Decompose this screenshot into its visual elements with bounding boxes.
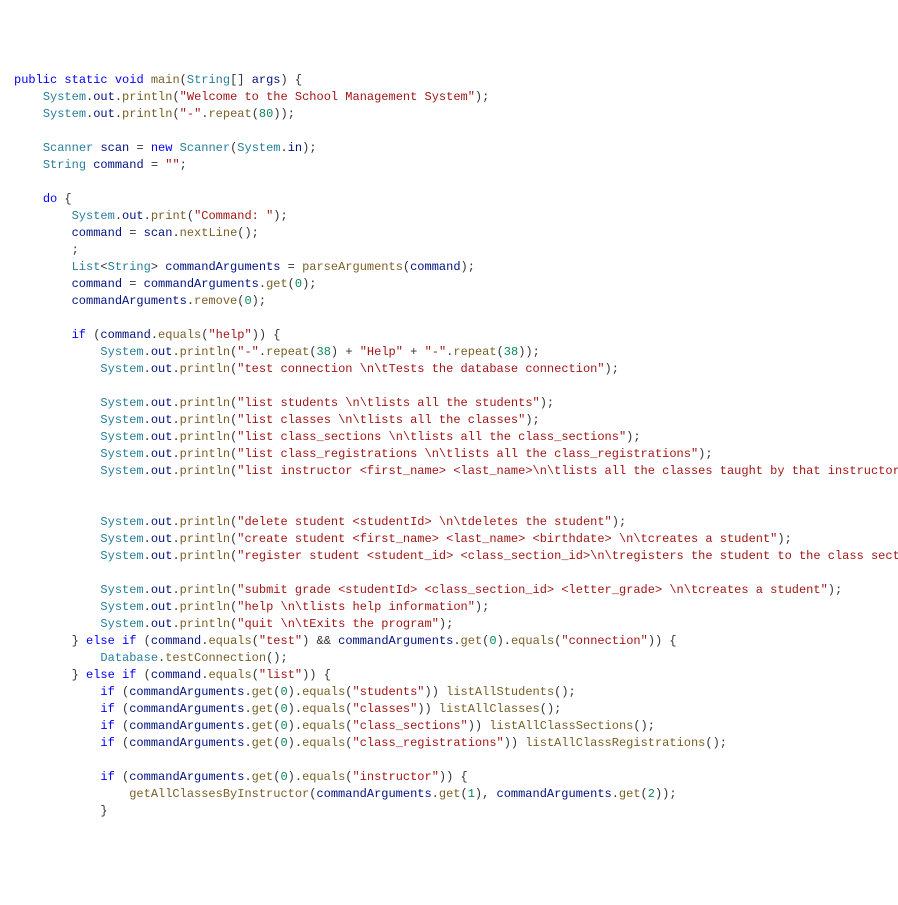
kw-else: else xyxy=(86,634,115,648)
str-welcome: "Welcome to the School Management System… xyxy=(180,90,475,104)
fn-println: println xyxy=(122,90,172,104)
str-submit-grade: "submit grade <studentId> <class_section… xyxy=(237,583,828,597)
fn-main: main xyxy=(151,73,180,87)
kw-public: public xyxy=(14,73,57,87)
fn-print: print xyxy=(151,209,187,223)
var-args: args xyxy=(252,73,281,87)
fn-listAllClassRegistrations: listAllClassRegistrations xyxy=(525,736,705,750)
str-help-help: "help \n\tlists help information" xyxy=(237,600,475,614)
type-system: System xyxy=(43,90,86,104)
code-block: public static void main(String[] args) {… xyxy=(14,72,898,820)
str-students: "students" xyxy=(353,685,425,699)
fn-remove: remove xyxy=(194,294,237,308)
var-commandArguments: commandArguments xyxy=(165,260,280,274)
str-help: "help" xyxy=(208,328,251,342)
fn-nextline: nextLine xyxy=(180,226,238,240)
str-empty: "" xyxy=(165,158,179,172)
fn-getAllClassesByInstructor: getAllClassesByInstructor xyxy=(129,787,309,801)
kw-static: static xyxy=(64,73,107,87)
fn-equals: equals xyxy=(158,328,201,342)
str-register-student: "register student <student_id> <class_se… xyxy=(237,549,898,563)
str-classes: "classes" xyxy=(353,702,418,716)
field-out: out xyxy=(93,107,115,121)
str-test: "test" xyxy=(259,634,302,648)
str-class-registrations: "class_registrations" xyxy=(353,736,504,750)
fn-get: get xyxy=(266,277,288,291)
fn-println: println xyxy=(122,107,172,121)
kw-void: void xyxy=(115,73,144,87)
str-test-conn: "test connection \n\tTests the database … xyxy=(237,362,604,376)
kw-new: new xyxy=(151,141,173,155)
kw-if: if xyxy=(72,328,86,342)
str-list: "list" xyxy=(259,668,302,682)
type-string: String xyxy=(187,73,230,87)
fn-testConnection: testConnection xyxy=(165,651,266,665)
fn-listAllStudents: listAllStudents xyxy=(446,685,554,699)
str-list-instructor: "list instructor <first_name> <last_name… xyxy=(237,464,898,478)
str-prompt: "Command: " xyxy=(194,209,273,223)
str-connection: "connection" xyxy=(561,634,647,648)
str-quit: "quit \n\tExits the program" xyxy=(237,617,439,631)
str-instructor: "instructor" xyxy=(353,770,439,784)
type-scanner: Scanner xyxy=(180,141,230,155)
fn-listAllClassSections: listAllClassSections xyxy=(489,719,633,733)
fn-listAllClasses: listAllClasses xyxy=(439,702,540,716)
str-delete-student: "delete student <studentId> \n\tdeletes … xyxy=(237,515,611,529)
kw-do: do xyxy=(43,192,57,206)
type-string: String xyxy=(43,158,86,172)
type-scanner: Scanner xyxy=(43,141,93,155)
str-create-student: "create student <first_name> <last_name>… xyxy=(237,532,777,546)
str-list-class-sections: "list class_sections \n\tlists all the c… xyxy=(237,430,626,444)
str-dash: "-" xyxy=(180,107,202,121)
str-class-sections: "class_sections" xyxy=(353,719,468,733)
str-list-class-registrations: "list class_registrations \n\tlists all … xyxy=(237,447,698,461)
str-list-students: "list students \n\tlists all the student… xyxy=(237,396,539,410)
var-scan: scan xyxy=(100,141,129,155)
type-system: System xyxy=(237,141,280,155)
field-out: out xyxy=(93,90,115,104)
fn-repeat: repeat xyxy=(208,107,251,121)
num-80: 80 xyxy=(259,107,273,121)
type-list: List xyxy=(72,260,101,274)
field-in: in xyxy=(288,141,302,155)
type-system: System xyxy=(43,107,86,121)
str-list-classes: "list classes \n\tlists all the classes" xyxy=(237,413,525,427)
var-command: command xyxy=(93,158,143,172)
type-database: Database xyxy=(100,651,158,665)
str-Help: "Help" xyxy=(360,345,403,359)
fn-parseArguments: parseArguments xyxy=(302,260,403,274)
